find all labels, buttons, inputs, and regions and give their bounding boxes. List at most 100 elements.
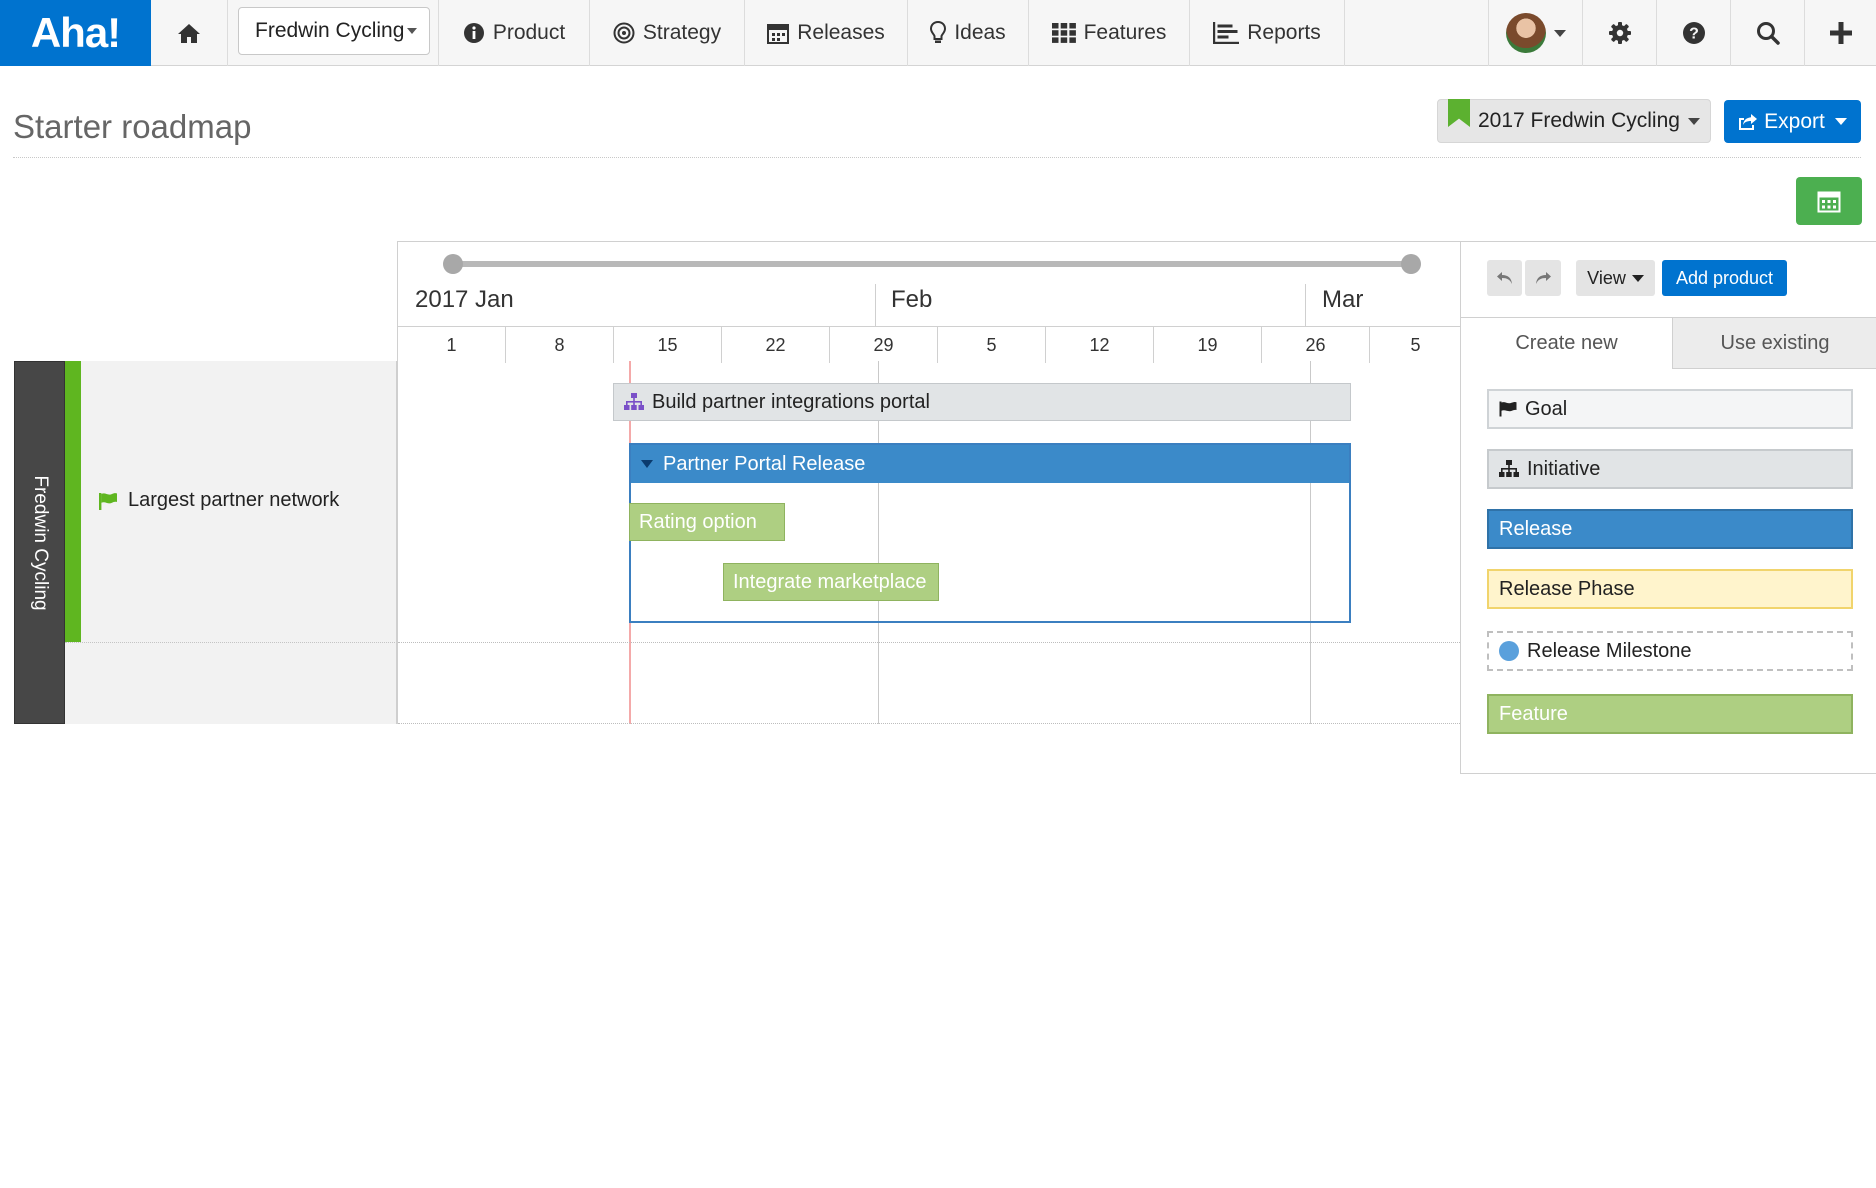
week-label: 5 [938, 327, 1046, 363]
goal-card-label: Goal [1525, 397, 1568, 420]
week-row: 1 8 15 22 29 5 12 19 26 5 [398, 326, 1461, 363]
product-select-label: Fredwin Cycling [255, 19, 405, 42]
month-label: 2017 Jan [415, 286, 514, 313]
aha-logo[interactable]: Aha! [0, 0, 151, 66]
settings-button[interactable] [1583, 0, 1657, 66]
flag-icon [99, 492, 117, 510]
week-label: 8 [506, 327, 614, 363]
nav-strategy-label: Strategy [642, 21, 722, 44]
add-product-button[interactable]: Add product [1662, 260, 1787, 296]
calendar-icon [767, 24, 790, 44]
release-milestone-card[interactable]: Release Milestone [1487, 631, 1853, 671]
nav-product[interactable]: Product [439, 0, 590, 66]
add-button[interactable] [1805, 0, 1876, 66]
home-icon [178, 24, 200, 43]
caret-down-icon [1631, 274, 1644, 282]
week-label: 1 [398, 327, 506, 363]
initiative-card[interactable]: Initiative [1487, 449, 1853, 489]
product-swimlane: Fredwin Cycling [14, 361, 65, 724]
panel-tabs: Create new Use existing [1461, 317, 1876, 369]
redo-button[interactable] [1525, 260, 1561, 296]
home-button[interactable] [151, 0, 228, 66]
initiative-card-label: Initiative [1527, 457, 1601, 480]
collapse-triangle-icon[interactable] [641, 460, 653, 468]
empty-swimlane [65, 642, 397, 724]
grid-icon [1051, 23, 1076, 43]
month-label: Mar [1322, 286, 1364, 313]
nav-reports-label: Reports [1247, 21, 1321, 44]
roadmap-select[interactable]: 2017 Fredwin Cycling [1437, 99, 1711, 143]
slider-start-handle[interactable] [443, 254, 463, 274]
tab-create-new[interactable]: Create new [1461, 317, 1672, 369]
release-phase-card[interactable]: Release Phase [1487, 569, 1853, 609]
page-title: Starter roadmap [13, 108, 252, 145]
week-label: 29 [830, 327, 938, 363]
help-button[interactable]: ? [1657, 0, 1731, 66]
release-bar[interactable]: Partner Portal Release [631, 445, 1349, 483]
release-phase-card-label: Release Phase [1499, 577, 1635, 600]
product-swimlane-label: Fredwin Cycling [29, 474, 51, 611]
avatar [1505, 13, 1546, 53]
week-label: 26 [1262, 327, 1370, 363]
help-icon: ? [1682, 22, 1705, 44]
timeline-header: 2017 Jan Feb Mar 1 8 15 22 29 5 12 19 26… [397, 241, 1461, 363]
info-circle-icon [463, 23, 484, 43]
slider-end-handle[interactable] [1401, 254, 1421, 274]
feature-card[interactable]: Feature [1487, 694, 1853, 734]
nav-strategy[interactable]: Strategy [590, 0, 745, 66]
nav-releases-label: Releases [797, 21, 885, 44]
calendar-icon [1817, 191, 1841, 213]
nav-features[interactable]: Features [1029, 0, 1190, 66]
release-card[interactable]: Release [1487, 509, 1853, 549]
plus-icon [1829, 22, 1852, 44]
week-label: 15 [614, 327, 722, 363]
view-button[interactable]: View [1576, 260, 1655, 296]
initiative-bar[interactable]: Build partner integrations portal [613, 383, 1351, 421]
tab-use-existing[interactable]: Use existing [1672, 317, 1876, 369]
caret-down-icon [1553, 29, 1566, 37]
roadmap-grid: Build partner integrations portal Partne… [398, 361, 1460, 724]
caret-down-icon [1834, 118, 1847, 125]
undo-button[interactable] [1487, 260, 1522, 296]
caret-down-icon [407, 28, 417, 34]
flag-icon [1499, 401, 1517, 417]
goal-card[interactable]: Goal [1487, 389, 1853, 429]
user-menu[interactable] [1488, 0, 1583, 66]
nav-reports[interactable]: Reports [1190, 0, 1345, 66]
report-icon [1213, 22, 1240, 44]
caret-down-icon [1687, 117, 1700, 125]
month-divider [1305, 284, 1306, 326]
goal-row-label[interactable]: Largest partner network [98, 489, 339, 512]
export-button[interactable]: Export [1724, 100, 1861, 143]
week-label: 22 [722, 327, 830, 363]
goal-name: Largest partner network [128, 489, 340, 511]
feature-bar[interactable]: Rating option [629, 503, 785, 541]
date-range-slider[interactable] [453, 261, 1408, 267]
hierarchy-icon [1499, 460, 1519, 477]
month-divider [875, 284, 876, 326]
hierarchy-icon [624, 393, 644, 410]
title-divider [13, 157, 1861, 158]
bookmark-icon [1448, 99, 1470, 127]
product-select[interactable]: Fredwin Cycling [238, 7, 430, 55]
milestone-dot-icon [1499, 641, 1519, 661]
gear-icon [1608, 22, 1631, 44]
feature-name: Integrate marketplace [733, 570, 927, 593]
target-icon [613, 22, 635, 44]
feature-name: Rating option [639, 510, 757, 533]
nav-ideas[interactable]: Ideas [908, 0, 1029, 66]
search-icon [1756, 22, 1780, 45]
feature-bar[interactable]: Integrate marketplace [723, 563, 939, 601]
lane-divider [398, 642, 1460, 643]
export-label: Export [1764, 109, 1825, 133]
search-button[interactable] [1731, 0, 1805, 66]
nav-releases[interactable]: Releases [745, 0, 908, 66]
nav-ideas-label: Ideas [954, 21, 1006, 44]
calendar-button[interactable] [1796, 177, 1862, 225]
share-icon [1739, 113, 1758, 130]
week-label: 12 [1046, 327, 1154, 363]
svg-text:?: ? [1689, 26, 1699, 43]
create-panel: View Add product Create new Use existing… [1460, 241, 1876, 774]
view-label: View [1587, 267, 1626, 288]
week-label: 19 [1154, 327, 1262, 363]
